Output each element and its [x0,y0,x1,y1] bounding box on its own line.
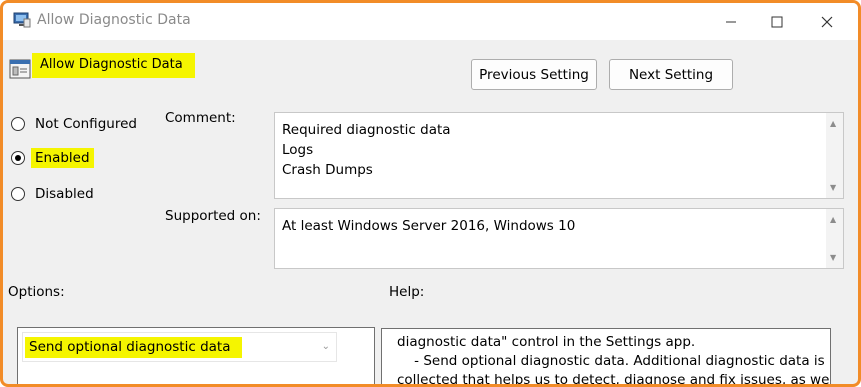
help-label: Help: [389,284,425,300]
comment-line: Logs [282,142,314,158]
maximize-button[interactable] [754,7,800,37]
policy-name-heading: Allow Diagnostic Data [32,53,195,78]
comment-scrollbar[interactable]: ▲ ▼ [826,113,843,198]
enabled-label: Enabled [31,148,94,168]
radio-circle-selected [11,151,25,165]
dropdown-selected-value: Send optional diagnostic data [25,337,243,358]
comment-line: Crash Dumps [282,162,373,178]
help-text-line: collected that helps us to detect, diagn… [397,372,831,387]
not-configured-label: Not Configured [35,116,137,132]
supported-on-box: At least Windows Server 2016, Windows 10… [274,208,844,269]
radio-dot [15,155,21,161]
scroll-up-arrow-icon[interactable]: ▲ [830,119,836,128]
help-text-line: - Send optional diagnostic data. Additio… [397,353,825,369]
radio-circle [11,117,25,131]
disabled-radio[interactable]: Disabled [11,184,98,204]
help-pane[interactable]: diagnostic data" control in the Settings… [381,328,831,387]
scroll-down-arrow-icon[interactable]: ▼ [830,253,836,262]
close-icon [821,16,833,28]
not-configured-radio[interactable]: Not Configured [11,114,141,134]
supported-scrollbar[interactable]: ▲ ▼ [826,209,843,268]
supported-on-value: At least Windows Server 2016, Windows 10 [282,218,576,234]
disabled-label: Disabled [35,186,94,202]
scroll-up-arrow-icon[interactable]: ▲ [830,215,836,224]
enabled-radio[interactable]: Enabled [11,148,94,168]
title-bar: Allow Diagnostic Data [3,3,858,40]
minimize-icon [726,21,736,23]
scroll-down-arrow-icon[interactable]: ▼ [830,183,836,192]
supported-on-label: Supported on: [165,208,261,224]
maximize-icon [771,16,783,28]
chevron-down-icon: ⌄ [321,341,330,352]
diagnostic-level-dropdown[interactable]: Send optional diagnostic data ⌄ [22,332,337,362]
options-label: Options: [8,284,65,300]
previous-setting-button[interactable]: Previous Setting [471,59,597,90]
next-setting-button[interactable]: Next Setting [609,59,733,90]
help-text-line: diagnostic data" control in the Settings… [397,334,696,350]
minimize-button[interactable] [708,7,754,37]
policy-setting-icon [9,59,31,79]
comment-line: Required diagnostic data [282,122,451,138]
window-title: Allow Diagnostic Data [37,12,191,28]
comment-label: Comment: [165,110,236,126]
options-pane: Send optional diagnostic data ⌄ [17,327,375,384]
close-button[interactable] [804,7,850,37]
radio-circle [11,187,25,201]
comment-textarea[interactable]: Required diagnostic data Logs Crash Dump… [274,112,844,199]
group-policy-app-icon [13,12,31,28]
policy-dialog: Allow Diagnostic Data Allow Diagnostic D… [0,0,861,387]
